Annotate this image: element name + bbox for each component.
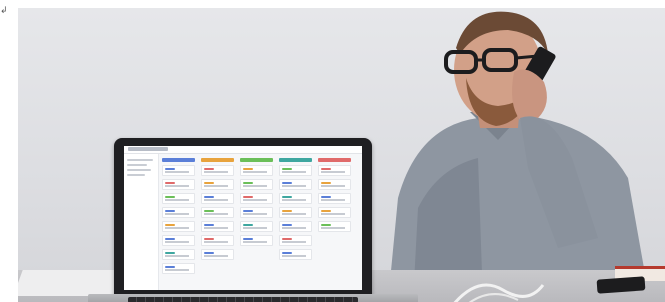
app-title-bar [128,147,168,151]
keyboard [128,297,358,302]
board-column [201,158,234,286]
cable [453,283,545,302]
office-photo [18,8,665,302]
board-column [318,158,351,286]
side-panel [124,154,159,290]
app-header [124,146,362,154]
laptop-base [88,294,418,302]
corner-mark-icon: ↲ [0,6,8,16]
man-on-phone [388,11,650,302]
laptop-lid [114,138,372,298]
board-column [240,158,273,286]
board-column [162,158,195,286]
board-column [279,158,312,286]
laptop-screen [124,146,362,290]
